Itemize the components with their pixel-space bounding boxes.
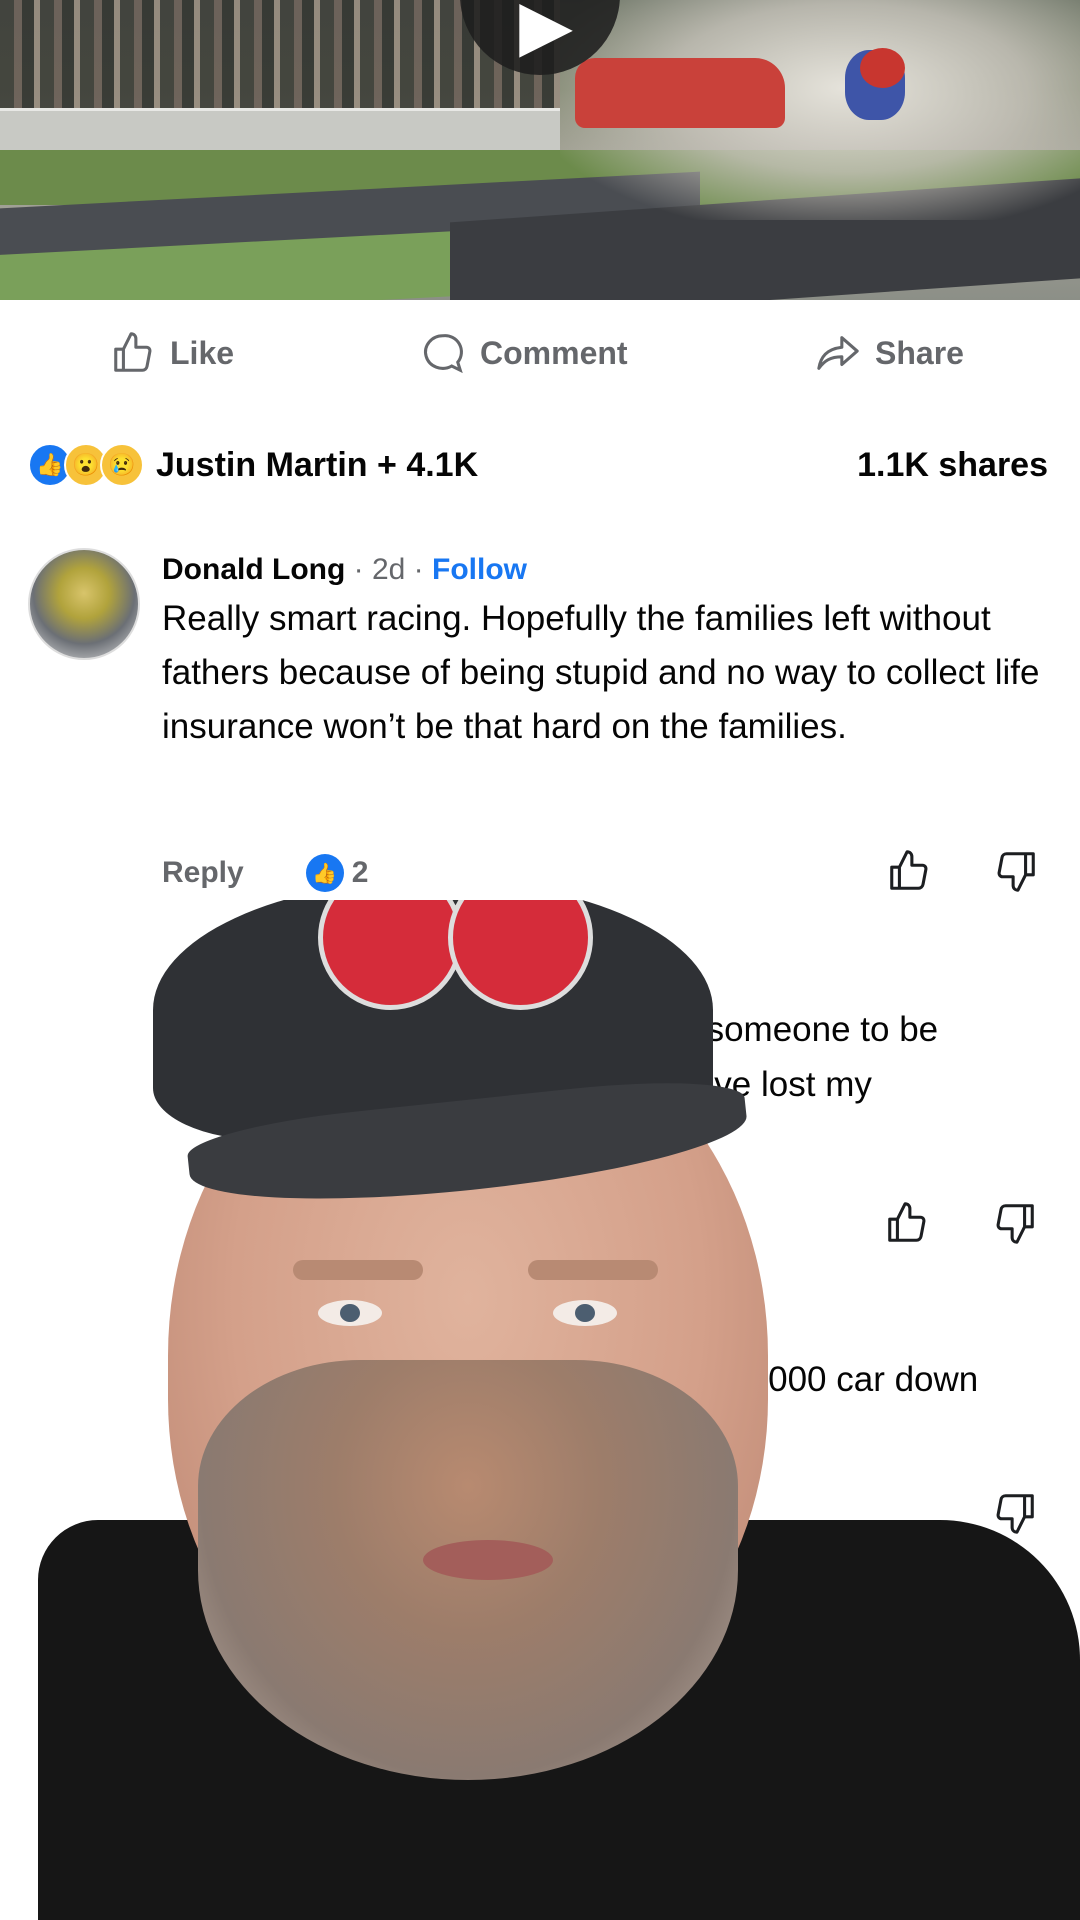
comment-author[interactable]: Donald Long xyxy=(162,553,345,586)
share-button[interactable]: Share xyxy=(815,330,964,376)
like-button[interactable]: Like xyxy=(110,330,234,376)
like-badge-icon: 👍 xyxy=(305,854,344,892)
mouth xyxy=(423,1540,553,1580)
crashed-car-part xyxy=(860,48,905,88)
reactions-summary[interactable]: 👍 😮 😢 Justin Martin + 4.1K xyxy=(28,443,478,487)
like-label: Like xyxy=(170,334,235,371)
sad-reaction-icon: 😢 xyxy=(100,443,144,487)
video-thumbnail[interactable]: ▶ xyxy=(0,0,1080,300)
reactions-summary-row: 👍 😮 😢 Justin Martin + 4.1K 1.1K shares xyxy=(28,440,1048,490)
left-eye xyxy=(318,1300,382,1326)
gauge-logo-icon xyxy=(308,900,593,1010)
follow-link[interactable]: Follow xyxy=(432,553,527,586)
post-action-bar: Like Comment Share xyxy=(0,330,1080,390)
comment-like-count: 👍 2 xyxy=(305,854,369,892)
thumbs-up-icon xyxy=(114,332,152,372)
share-arrow-icon xyxy=(817,336,859,370)
downvote-icon[interactable] xyxy=(993,848,1039,894)
right-eye xyxy=(553,1300,617,1326)
shares-count[interactable]: 1.1K shares xyxy=(857,446,1048,485)
race-car xyxy=(575,58,785,128)
left-eyebrow xyxy=(293,1260,423,1280)
separator: · xyxy=(345,553,372,586)
presenter-overlay xyxy=(38,900,1080,1920)
like-count-value: 2 xyxy=(351,856,369,889)
separator: · xyxy=(405,553,433,586)
reply-button[interactable]: Reply xyxy=(162,856,244,890)
avatar[interactable] xyxy=(28,548,140,660)
comment-bubble-icon xyxy=(424,334,463,374)
comment-button[interactable]: Comment xyxy=(420,330,628,376)
share-label: Share xyxy=(875,334,964,371)
comment-header: Donald Long · 2d · Follow xyxy=(162,548,1042,592)
reactions-count: Justin Martin + 4.1K xyxy=(156,445,479,484)
comment-label: Comment xyxy=(480,334,628,371)
upvote-icon[interactable] xyxy=(886,848,932,894)
comment-time: 2d xyxy=(371,553,406,586)
play-icon: ▶ xyxy=(519,0,573,64)
comment-text: Really smart racing. Hopefully the famil… xyxy=(162,599,1040,746)
right-eyebrow xyxy=(528,1260,658,1280)
comment-body: Donald Long · 2d · Follow Really smart r… xyxy=(162,548,1042,754)
track-wall xyxy=(0,108,560,151)
